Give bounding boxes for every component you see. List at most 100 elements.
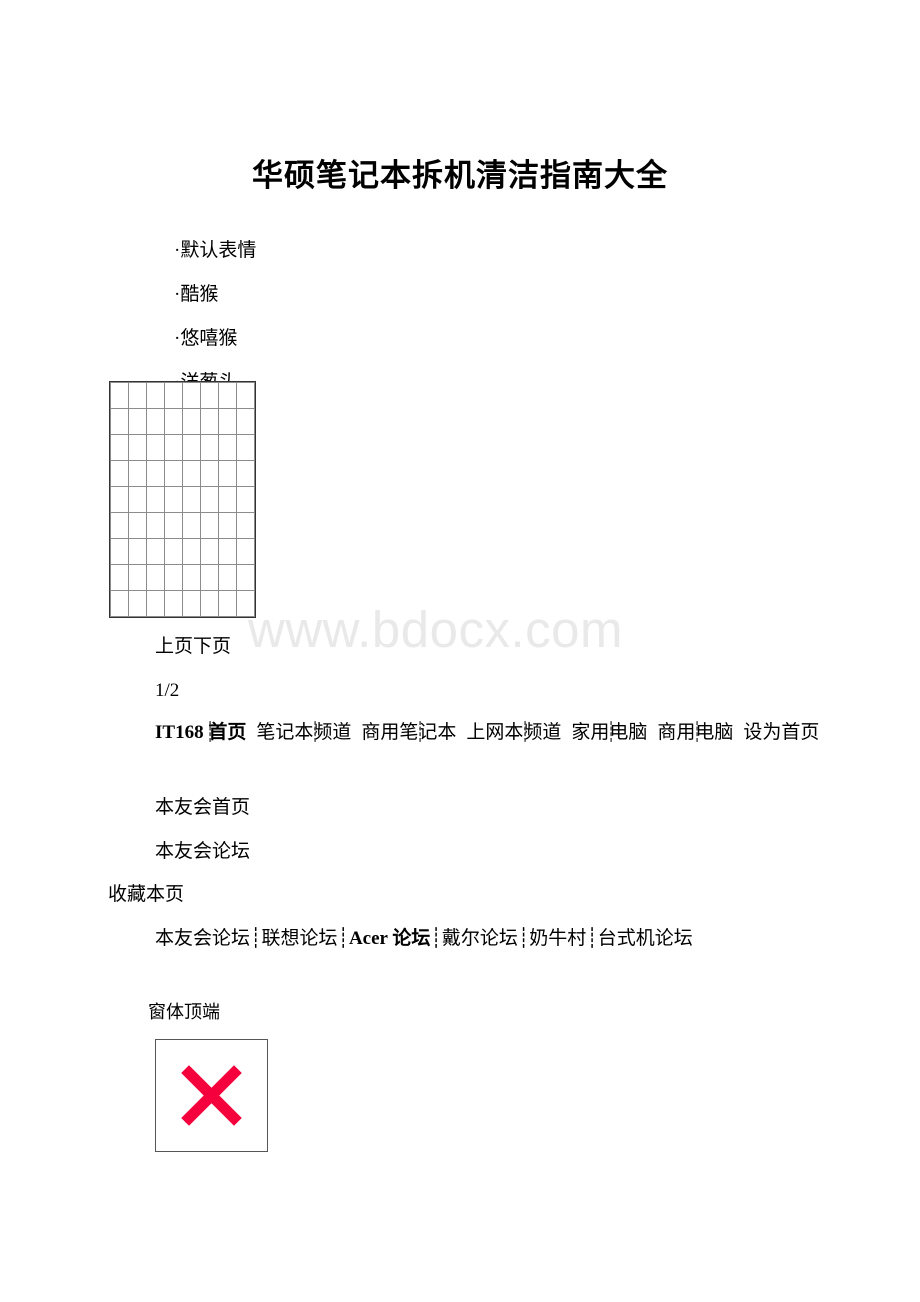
nav-separator: ┊ <box>414 722 426 743</box>
nav-separator: ┊ <box>430 928 442 949</box>
nav-separator: ┊ <box>586 928 598 949</box>
table-cell <box>146 460 165 487</box>
table-cell <box>218 564 237 591</box>
table-cell <box>164 486 183 513</box>
table-cell <box>110 512 129 539</box>
table-row <box>110 408 255 435</box>
table-cell <box>128 434 147 461</box>
document-page: www.bdocx.com 华硕笔记本拆机清洁指南大全 ·默认表情 ·酷猴 ·悠… <box>0 0 920 1302</box>
table-cell <box>110 460 129 487</box>
table-cell <box>164 408 183 435</box>
table-cell <box>218 460 237 487</box>
pager-prev-next[interactable]: 上页下页 <box>155 634 231 660</box>
site-nav: IT168 首页┊ 笔记本频道┊ 商用笔记本┊ 上网本频道┊ 家用电脑┊ 商用电脑┊ 设为首… <box>155 718 902 749</box>
table-row <box>110 382 255 409</box>
table-cell <box>110 538 129 565</box>
table-cell <box>200 408 219 435</box>
table-cell <box>218 486 237 513</box>
table-row <box>110 564 255 591</box>
table-cell <box>110 564 129 591</box>
table-cell <box>128 538 147 565</box>
table-cell <box>236 486 255 513</box>
forum-item-dell[interactable]: 戴尔论坛 <box>442 928 518 949</box>
table-cell <box>200 434 219 461</box>
table-cell <box>146 486 165 513</box>
table-cell <box>110 434 129 461</box>
table-cell <box>146 434 165 461</box>
nav-item-it168-home[interactable]: IT168 首页 <box>155 722 246 743</box>
nav-item-business-notebook[interactable]: 商用笔记本 <box>361 722 456 743</box>
nav-separator: ┊ <box>204 722 216 743</box>
table-cell <box>218 590 237 617</box>
forum-nav: 本友会论坛┊联想论坛┊Acer 论坛┊戴尔论坛┊奶牛村┊台式机论坛 <box>155 924 902 955</box>
table-cell <box>218 512 237 539</box>
table-cell <box>182 512 201 539</box>
table-cell <box>236 512 255 539</box>
table-cell <box>200 538 219 565</box>
table-cell <box>200 460 219 487</box>
table-cell <box>200 512 219 539</box>
table-cell <box>236 382 255 409</box>
red-x-icon <box>181 1065 242 1126</box>
table-cell <box>236 564 255 591</box>
nav-separator: ┊ <box>250 928 262 949</box>
nav-separator: ┊ <box>517 928 530 949</box>
table-cell <box>146 590 165 617</box>
table-row <box>110 486 255 513</box>
page-title: 华硕笔记本拆机清洁指南大全 <box>252 157 668 193</box>
table-cell <box>218 408 237 435</box>
table-cell <box>110 590 129 617</box>
table-cell <box>146 512 165 539</box>
nav-separator: ┊ <box>605 722 617 743</box>
table-cell <box>128 460 147 487</box>
nav-separator: ┊ <box>519 722 531 743</box>
club-link-forum[interactable]: 本友会论坛 <box>155 839 250 865</box>
table-cell <box>236 538 255 565</box>
table-cell <box>164 382 183 409</box>
table-row <box>110 512 255 539</box>
club-link-home[interactable]: 本友会首页 <box>155 795 250 821</box>
table-row <box>110 538 255 565</box>
table-cell <box>236 434 255 461</box>
table-cell <box>164 460 183 487</box>
nav-item-netbook-channel[interactable]: 上网本频道 <box>466 722 561 743</box>
table-cell <box>128 590 147 617</box>
table-cell <box>164 512 183 539</box>
forum-item-benyouhui[interactable]: 本友会论坛 <box>155 928 250 949</box>
table-cell <box>146 408 165 435</box>
table-cell <box>182 486 201 513</box>
table-cell <box>146 538 165 565</box>
forum-item-niuniucun[interactable]: 奶牛村 <box>529 928 586 949</box>
nav-item-set-homepage[interactable]: 设为首页 <box>743 722 819 743</box>
table-cell <box>128 382 147 409</box>
form-top-marker: 窗体顶端 <box>148 1002 220 1022</box>
table-cell <box>182 590 201 617</box>
table-cell <box>182 408 201 435</box>
table-cell <box>128 564 147 591</box>
table-cell <box>182 460 201 487</box>
table-cell <box>200 382 219 409</box>
table-cell <box>200 486 219 513</box>
table-cell <box>128 512 147 539</box>
table-cell <box>182 434 201 461</box>
table-cell <box>110 382 129 409</box>
club-link-bookmark[interactable]: 收藏本页 <box>108 882 184 908</box>
table-cell <box>200 564 219 591</box>
table-cell <box>236 460 255 487</box>
table-cell <box>182 382 201 409</box>
table-cell <box>218 382 237 409</box>
table-cell <box>110 486 129 513</box>
forum-item-acer[interactable]: Acer 论坛 <box>349 928 430 949</box>
table-row <box>110 460 255 487</box>
table-cell <box>236 408 255 435</box>
broken-image-placeholder <box>155 1039 268 1152</box>
table-row <box>110 590 255 617</box>
nav-item-notebook-channel[interactable]: 笔记本频道 <box>256 722 351 743</box>
table-cell <box>200 590 219 617</box>
table-cell <box>218 538 237 565</box>
table-cell <box>146 382 165 409</box>
table-cell <box>164 564 183 591</box>
table-row <box>110 434 255 461</box>
forum-item-desktop[interactable]: 台式机论坛 <box>598 928 693 949</box>
forum-item-lenovo[interactable]: 联想论坛 <box>261 928 337 949</box>
